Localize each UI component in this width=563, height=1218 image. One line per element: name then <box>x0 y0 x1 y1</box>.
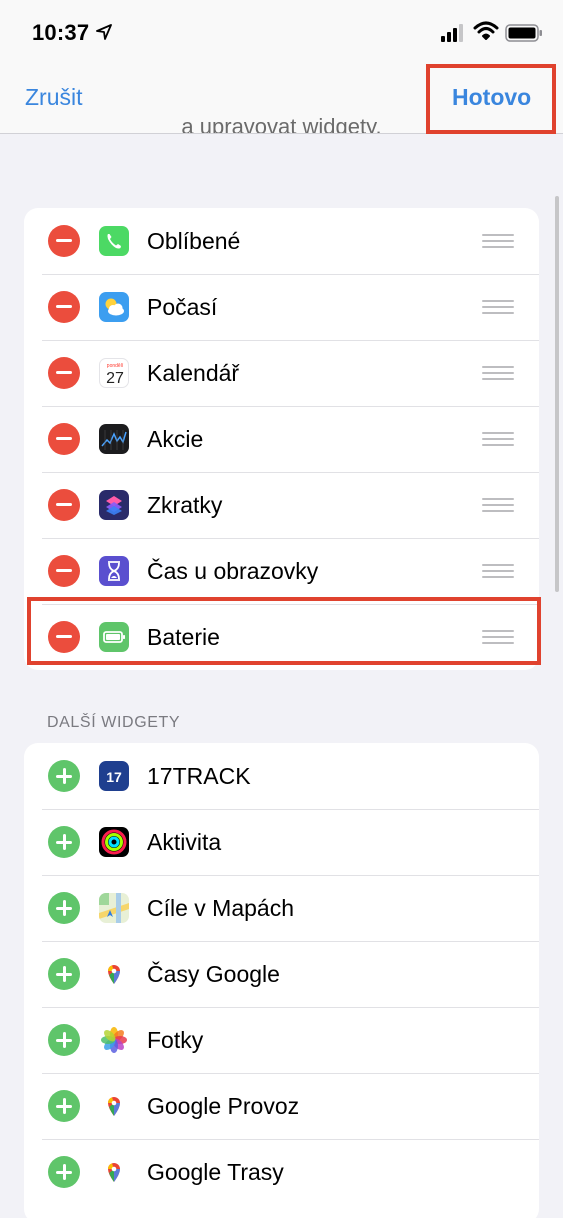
status-time: 10:37 <box>32 20 90 45</box>
shortcuts-icon <box>99 490 129 520</box>
17track-icon: 17 <box>99 761 129 791</box>
location-arrow-icon <box>96 24 112 40</box>
status-bar: 10:37 <box>0 0 563 62</box>
widget-label: 17TRACK <box>147 763 251 789</box>
remove-button[interactable] <box>48 291 80 323</box>
remove-button[interactable] <box>48 357 80 389</box>
widget-label: Časy Google <box>147 961 280 987</box>
cancel-button[interactable]: Zrušit <box>25 84 83 111</box>
reorder-handle-icon[interactable] <box>482 300 514 314</box>
scrollbar[interactable] <box>555 196 559 592</box>
add-button[interactable] <box>48 826 80 858</box>
list-item: Čas u obrazovky <box>24 538 539 604</box>
more-widgets-list: 17 17TRACK Aktivita Cíle v Mapách Časy G… <box>24 743 539 1218</box>
list-item: Fotky <box>24 1007 539 1073</box>
list-item: pondělí 27 Kalendář <box>24 340 539 406</box>
calendar-date-text: 27 <box>106 370 124 387</box>
google-maps-icon <box>99 959 129 989</box>
widget-label: Cíle v Mapách <box>147 895 295 921</box>
widget-label: Čas u obrazovky <box>147 558 319 584</box>
maps-icon <box>99 893 129 923</box>
list-item: Akcie <box>24 406 539 472</box>
activity-rings-icon <box>99 827 129 857</box>
remove-button[interactable] <box>48 225 80 257</box>
cellular-signal-icon <box>441 24 463 42</box>
list-item: Google Trasy <box>24 1139 539 1205</box>
widget-label: Oblíbené <box>147 228 241 254</box>
list-item: Časy Google <box>24 941 539 1007</box>
list-item: Počasí <box>24 274 539 340</box>
list-item: Google Provoz <box>24 1073 539 1139</box>
add-button[interactable] <box>48 1090 80 1122</box>
battery-highlight-frame <box>27 597 541 665</box>
list-item: 17 17TRACK <box>24 743 539 809</box>
reorder-handle-icon[interactable] <box>482 234 514 248</box>
battery-icon <box>505 24 542 42</box>
calendar-icon: pondělí 27 <box>99 358 129 388</box>
done-highlight-frame <box>426 64 556 134</box>
google-maps-icon <box>99 1157 129 1187</box>
hourglass-icon <box>99 556 129 586</box>
calendar-day-text: pondělí <box>107 363 124 369</box>
phone-icon <box>99 226 129 256</box>
list-item: Zkratky <box>24 472 539 538</box>
remove-button[interactable] <box>48 423 80 455</box>
weather-icon <box>99 292 129 322</box>
add-button[interactable] <box>48 1024 80 1056</box>
add-button[interactable] <box>48 1156 80 1188</box>
stocks-icon <box>99 424 129 454</box>
widget-label: Fotky <box>147 1027 204 1053</box>
17track-icon-text: 17 <box>106 769 122 785</box>
widget-label: Google Trasy <box>147 1159 284 1185</box>
remove-button[interactable] <box>48 555 80 587</box>
reorder-handle-icon[interactable] <box>482 432 514 446</box>
widget-label: Kalendář <box>147 360 240 386</box>
list-item: Cíle v Mapách <box>24 875 539 941</box>
wifi-icon <box>473 21 499 40</box>
widget-label: Aktivita <box>147 829 222 855</box>
widget-label: Zkratky <box>147 492 223 518</box>
add-button[interactable] <box>48 958 80 990</box>
list-item: Aktivita <box>24 809 539 875</box>
reorder-handle-icon[interactable] <box>482 564 514 578</box>
remove-button[interactable] <box>48 489 80 521</box>
reorder-handle-icon[interactable] <box>482 498 514 512</box>
widget-label: Počasí <box>147 294 218 320</box>
reorder-handle-icon[interactable] <box>482 366 514 380</box>
add-button[interactable] <box>48 760 80 792</box>
section-header: DALŠÍ WIDGETY <box>47 714 181 731</box>
add-button[interactable] <box>48 892 80 924</box>
widget-label: Akcie <box>147 426 204 452</box>
google-maps-icon <box>99 1091 129 1121</box>
list-item: Oblíbené <box>24 208 539 274</box>
photos-icon <box>99 1025 129 1055</box>
widget-label: Google Provoz <box>147 1093 300 1119</box>
